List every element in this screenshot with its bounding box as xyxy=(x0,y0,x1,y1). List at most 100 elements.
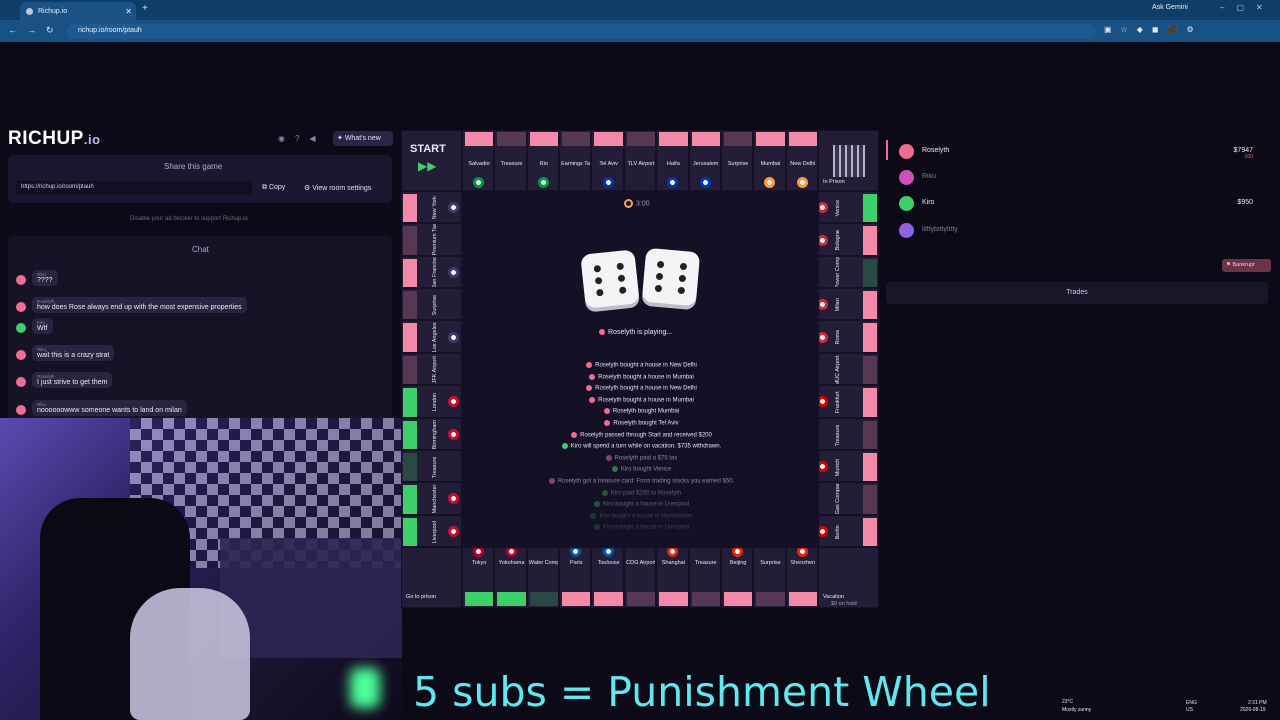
room-settings-button[interactable]: ⚙ View room settings xyxy=(300,181,386,195)
tile-owner-strip xyxy=(626,132,656,146)
log-text: Kiro bought a house in Manchester xyxy=(599,513,693,520)
tab-richup[interactable]: Richup.io ✕ xyxy=(20,2,136,20)
tile-san-francisco[interactable]: San Francisco xyxy=(401,255,462,289)
tile-owner-strip xyxy=(403,323,417,352)
tile-surprise[interactable]: Surprise xyxy=(401,288,462,321)
tile-owner-strip xyxy=(403,420,417,449)
close-tab-icon[interactable]: ✕ xyxy=(125,7,132,16)
tile-jfk-airport[interactable]: JFK Airport xyxy=(401,352,462,386)
tile-treasure[interactable]: Treasure xyxy=(401,449,462,483)
die-right xyxy=(641,247,701,307)
ask-gemini-button[interactable]: Ask Gemini xyxy=(1152,4,1188,11)
tile-mumbai[interactable]: Mumbai xyxy=(753,130,786,191)
ad-note: Disable your ad blocker to support Richu… xyxy=(130,216,248,222)
tile-tokyo[interactable]: Tokyo xyxy=(462,547,495,608)
tile-label: Tokyo xyxy=(471,560,487,566)
trades-panel[interactable]: Trades xyxy=(886,282,1268,304)
tile-jerusalem[interactable]: Jerusalem xyxy=(688,130,721,191)
tile-owner-strip xyxy=(497,132,526,146)
tile-gas-company[interactable]: Gas Company xyxy=(818,482,879,515)
share-url-field[interactable]: https://richup.io/room/ptauh xyxy=(16,181,252,195)
tile-treasure[interactable]: Treasure xyxy=(688,547,721,608)
player-name[interactable]: Kiro xyxy=(922,199,934,206)
header-icons[interactable]: ◉?◀ xyxy=(278,134,326,143)
tile-yokohama[interactable]: Yokohama xyxy=(494,547,527,608)
player-dot xyxy=(611,466,618,473)
extension-icons[interactable]: ▣☆◆◼⬛⚙ xyxy=(1104,25,1203,34)
tile-water-company[interactable]: Water Company xyxy=(526,547,560,608)
tile-salvador[interactable]: Salvador xyxy=(462,130,495,191)
player-dot xyxy=(586,362,593,368)
corner-go-prison[interactable]: Go to prison xyxy=(401,547,462,608)
tile-muc-airport[interactable]: MUC Airport xyxy=(818,352,879,386)
tile-toulouse[interactable]: Toulouse xyxy=(591,547,624,608)
tile-liverpool[interactable]: Liverpool xyxy=(401,514,462,547)
tile-new-delhi[interactable]: New Delhi xyxy=(785,130,818,191)
tile-treasure[interactable]: Treasure xyxy=(818,417,879,450)
country-flag-icon xyxy=(473,548,485,557)
tile-berlin[interactable]: Berlin xyxy=(818,514,879,547)
player-money: $7947 xyxy=(1233,147,1253,154)
bankrupt-button[interactable]: ⚑ Bankrupt xyxy=(1222,259,1271,272)
tile-milan[interactable]: Milan xyxy=(818,288,879,321)
log-text: Roselyth bought a house in New Delhi xyxy=(595,362,697,369)
corner-prison[interactable]: In Prison xyxy=(818,130,879,191)
tile-owner-strip xyxy=(863,323,877,352)
chat-bubble: Riku???? xyxy=(32,270,58,286)
tile-rome[interactable]: Rome xyxy=(818,320,879,353)
tile-owner-strip xyxy=(756,132,785,146)
tile-label: Shanghai xyxy=(661,560,685,566)
corner-start[interactable]: START ▶▶ xyxy=(401,130,462,191)
nav-buttons[interactable]: ←→↻ xyxy=(8,25,64,36)
weather-temp: 23°C xyxy=(1062,699,1074,705)
log-entry: Kiro will spend a turn while on vacation… xyxy=(462,443,818,450)
tile-manchester[interactable]: Manchester xyxy=(401,482,462,515)
taskbar-tray: 23°C Mostly sunny ENG US 2:31 PM 2026-08… xyxy=(1050,696,1280,720)
log-text: Roselyth got a treasure card: From tradi… xyxy=(557,478,735,485)
tile-earnings-tax[interactable]: Earnings Tax xyxy=(559,130,592,191)
tile-surprise[interactable]: Surprise xyxy=(720,130,754,191)
tile-shenzhen[interactable]: Shenzhen xyxy=(785,547,818,608)
country-flag-icon xyxy=(448,525,459,537)
url-input[interactable]: richup.io/room/ptauh xyxy=(66,24,1096,39)
tile-tlv-airport[interactable]: TLV Airport xyxy=(623,130,657,191)
money-delta: -100 xyxy=(1242,154,1253,160)
tile-rio[interactable]: Rio xyxy=(526,130,560,191)
tile-owner-strip xyxy=(863,291,877,320)
prison-bars-icon xyxy=(833,145,865,177)
new-tab-button[interactable]: + xyxy=(142,3,148,14)
chat-message: Roselyth how does Rose always end up with… xyxy=(16,297,247,313)
tile-cdg-airport[interactable]: CDG Airport xyxy=(623,547,657,608)
tile-bologna[interactable]: Bologna xyxy=(818,223,879,256)
tile-shanghai[interactable]: Shanghai xyxy=(656,547,689,608)
window-controls[interactable]: –▢✕ xyxy=(1220,3,1275,12)
tile-frankfurt[interactable]: Frankfurt xyxy=(818,385,879,418)
tile-birmingham[interactable]: Birmingham xyxy=(401,417,462,450)
chat-text: ???? xyxy=(37,277,53,284)
tile-haifa[interactable]: Haifa xyxy=(656,130,689,191)
whats-new-button[interactable]: ✦ What's new xyxy=(333,131,393,146)
tile-surprise[interactable]: Surprise xyxy=(753,547,786,608)
tile-new-york[interactable]: New York xyxy=(401,191,462,224)
tile-munich[interactable]: Munich xyxy=(818,449,879,483)
tile-venice[interactable]: Venice xyxy=(818,191,879,224)
tile-los-angeles[interactable]: Los Angeles xyxy=(401,320,462,353)
tile-treasure[interactable]: Treasure xyxy=(494,130,527,191)
tile-tel-aviv[interactable]: Tel Aviv xyxy=(591,130,624,191)
tile-beijing[interactable]: Beijing xyxy=(720,547,754,608)
player-name[interactable]: Roselyth xyxy=(922,147,949,154)
tile-owner-strip xyxy=(403,517,417,546)
tile-paris[interactable]: Paris xyxy=(559,547,592,608)
tile-label: Salvador xyxy=(468,161,491,167)
current-turn-indicator xyxy=(886,140,888,160)
corner-vacation[interactable]: Vacation $0 on hold xyxy=(818,547,879,608)
copy-button[interactable]: ⧉ Copy xyxy=(258,181,294,195)
tile-premium-tax[interactable]: Premium Tax xyxy=(401,223,462,256)
player-name[interactable]: lilttybittytitty xyxy=(922,226,958,233)
tile-london[interactable]: London xyxy=(401,385,462,418)
tile-power-company[interactable]: Power Company xyxy=(818,255,879,289)
tile-label: Surprise xyxy=(432,295,438,316)
log-text: Kiro paid $200 to Roselyth xyxy=(610,490,682,497)
player-name[interactable]: Riku xyxy=(922,173,936,180)
country-flag-icon xyxy=(473,177,485,188)
